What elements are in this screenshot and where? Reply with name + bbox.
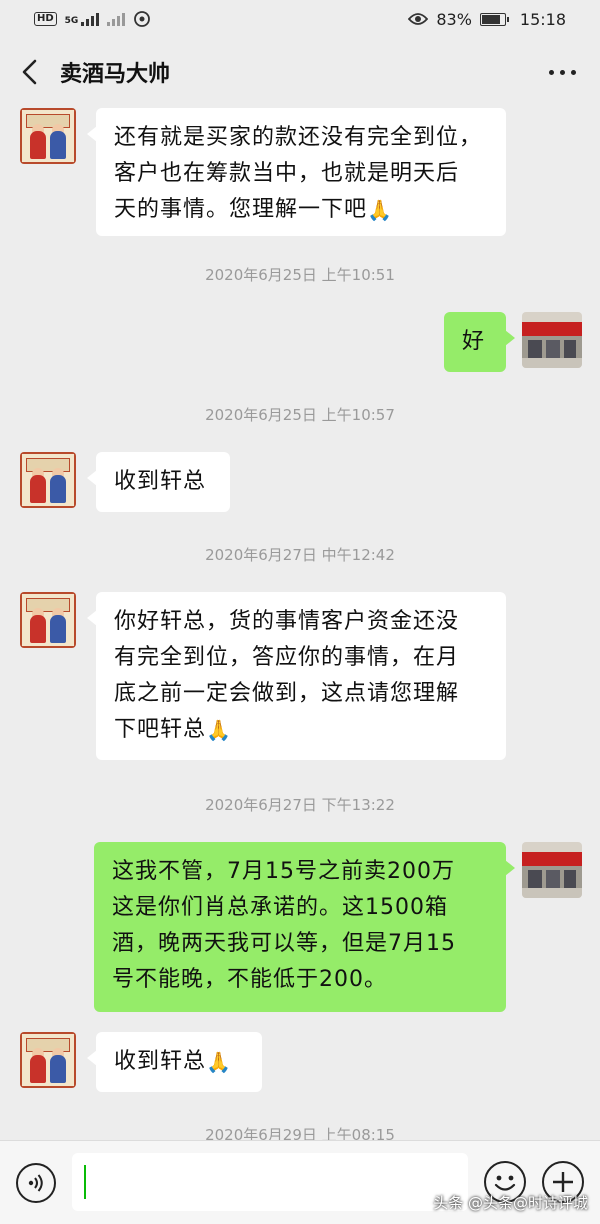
message-line: 好	[462, 329, 486, 354]
watermark: 头条 @头条@时诗评城	[433, 1194, 588, 1212]
contact-avatar[interactable]	[20, 1032, 76, 1088]
message-line: 底之前一定会做到，这点请您理解	[114, 681, 460, 706]
pray-emoji-icon: 🙏	[206, 1050, 232, 1074]
my-avatar[interactable]	[522, 312, 582, 368]
timestamp: 2020年6月25日 上午10:51	[205, 266, 395, 284]
message-line: 你好轩总，货的事情客户资金还没	[114, 609, 460, 634]
contact-avatar[interactable]	[20, 592, 76, 648]
message-line-wrap: 天的事情。您理解一下吧🙏	[114, 192, 488, 228]
message-bubble-outgoing[interactable]: 这我不管，7月15号之前卖200万 这是你们肖总承诺的。这1500箱 酒，晚两天…	[94, 842, 515, 1012]
header-left: 卖酒马大帅	[18, 56, 170, 88]
signal-2-icon	[107, 12, 126, 26]
message-line: 下吧轩总	[114, 717, 207, 742]
message-line: 客户也在筹款当中，也就是明天后	[114, 161, 460, 186]
network-type: 5G	[64, 16, 79, 26]
status-right: 83% 15:18	[408, 10, 566, 29]
chat-area[interactable]: 还有就是买家的款还没有完全到位， 客户也在筹款当中，也就是明天后 天的事情。您理…	[0, 106, 600, 1140]
message-line: 号不能晚，不能低于200。	[112, 967, 387, 992]
message-line-wrap: 收到轩总🙏	[114, 1044, 244, 1080]
status-left: HD 5G	[34, 10, 151, 28]
pray-emoji-icon: 🙏	[367, 198, 393, 222]
message-line: 收到轩总	[114, 1049, 207, 1074]
clock: 15:18	[519, 9, 566, 29]
text-cursor	[84, 1165, 86, 1199]
message-line: 这是你们肖总承诺的。这1500箱	[112, 895, 448, 920]
signal-icon: 5G	[65, 12, 100, 26]
message-line: 天的事情。您理解一下吧	[114, 197, 368, 222]
eye-icon	[408, 13, 429, 25]
timestamp: 2020年6月25日 上午10:57	[205, 406, 395, 424]
chat-title: 卖酒马大帅	[60, 62, 171, 87]
message-line: 这我不管，7月15号之前卖200万	[112, 859, 455, 884]
contact-avatar[interactable]	[20, 108, 76, 164]
timestamp: 2020年6月27日 中午12:42	[205, 546, 395, 564]
timestamp: 2020年6月27日 下午13:22	[205, 796, 395, 814]
nfc-icon	[134, 11, 151, 27]
battery-percent: 83%	[436, 9, 472, 29]
message-line: 还有就是买家的款还没有完全到位，	[114, 125, 483, 150]
chevron-left-icon[interactable]	[18, 59, 40, 85]
more-dots-icon[interactable]	[549, 69, 576, 75]
contact-avatar[interactable]	[20, 452, 76, 508]
message-input[interactable]	[72, 1153, 468, 1211]
timestamp: 2020年6月29日 上午08:15	[205, 1126, 395, 1140]
message-bubble-incoming[interactable]: 收到轩总	[87, 452, 230, 512]
status-bar: HD 5G 83% 15:18	[0, 0, 600, 38]
hd-badge: HD	[34, 12, 57, 26]
message-bubble-incoming[interactable]: 你好轩总，货的事情客户资金还没 有完全到位，答应你的事情，在月 底之前一定会做到…	[87, 592, 506, 760]
battery-fill	[481, 14, 500, 24]
my-avatar[interactable]	[522, 842, 582, 898]
message-line-wrap: 下吧轩总🙏	[114, 712, 488, 748]
chat-header: 卖酒马大帅	[0, 38, 600, 106]
message-line: 收到轩总	[114, 469, 207, 494]
message-line: 有完全到位，答应你的事情，在月	[114, 645, 460, 670]
voice-icon[interactable]	[16, 1163, 56, 1203]
message-bubble-outgoing[interactable]: 好	[444, 312, 515, 372]
message-line: 酒，晚两天我可以等，但是7月15	[112, 931, 456, 956]
battery-icon	[479, 12, 509, 26]
message-bubble-incoming[interactable]: 收到轩总🙏	[87, 1032, 262, 1092]
pray-emoji-icon: 🙏	[206, 718, 232, 742]
message-bubble-incoming[interactable]: 还有就是买家的款还没有完全到位， 客户也在筹款当中，也就是明天后 天的事情。您理…	[87, 108, 506, 236]
